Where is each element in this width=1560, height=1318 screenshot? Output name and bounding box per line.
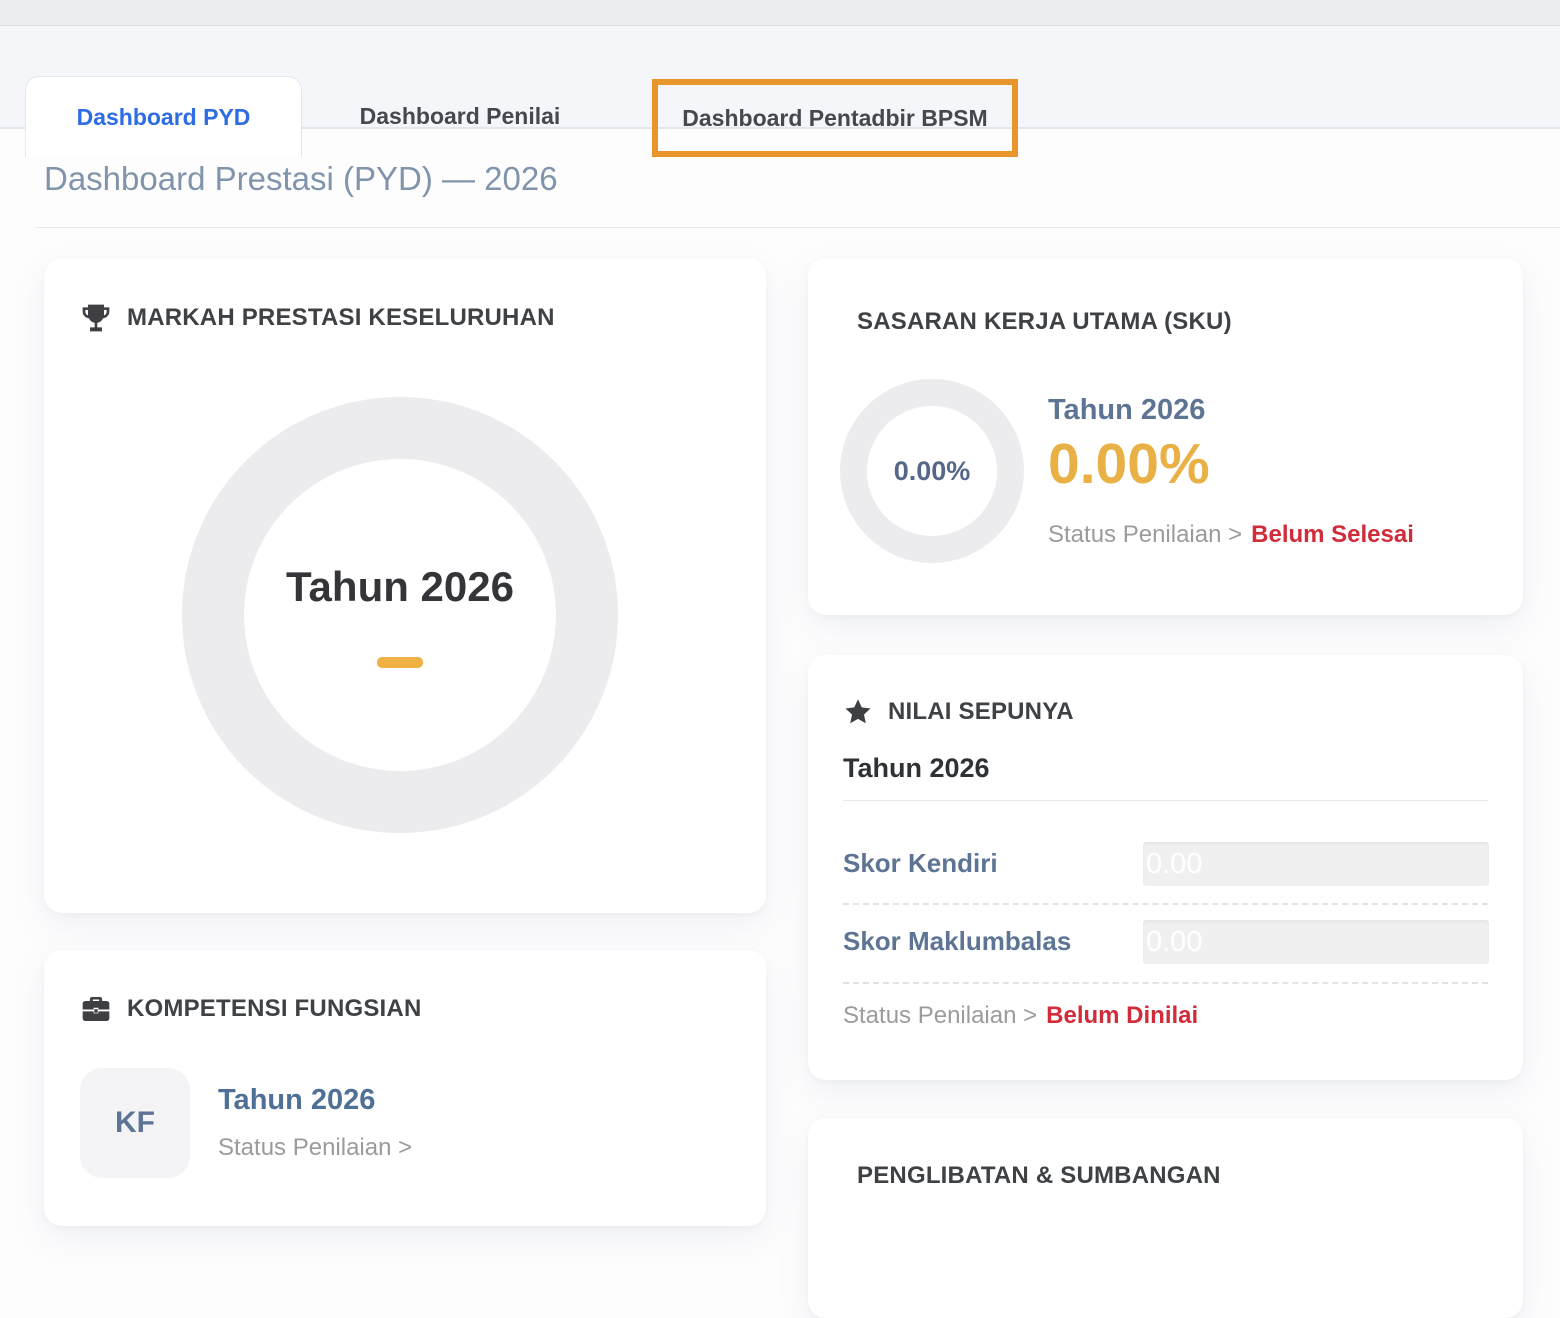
- nilai-year-label: Tahun 2026: [843, 753, 990, 784]
- card-penglibatan-sumbangan: PENGLIBATAN & SUMBANGAN: [808, 1118, 1523, 1318]
- tab-dashboard-pyd[interactable]: Dashboard PYD: [25, 76, 302, 157]
- status-badge: Belum Selesai: [1251, 521, 1414, 548]
- kompetensi-year-link[interactable]: Tahun 2026: [218, 1084, 375, 1117]
- sku-donut-value: 0.00%: [894, 456, 971, 487]
- sku-status-line: Status Penilaian > Belum Selesai: [1048, 521, 1414, 549]
- skor-kendiri-label: Skor Kendiri: [843, 848, 998, 879]
- window-top-strip: [0, 0, 1560, 26]
- skor-maklumbalas-label: Skor Maklumbalas: [843, 926, 1071, 957]
- card-title: KOMPETENSI FUNGSIAN: [127, 995, 421, 1023]
- divider: [843, 982, 1488, 984]
- card-title: NILAI SEPUNYA: [888, 698, 1074, 726]
- skor-maklumbalas-input: [1143, 920, 1489, 964]
- sku-year-label: Tahun 2026: [1048, 394, 1414, 427]
- card-sasaran-kerja-utama: SASARAN KERJA UTAMA (SKU) 0.00% Tahun 20…: [808, 258, 1523, 615]
- overall-performance-donut: Tahun 2026: [182, 397, 618, 833]
- page-title: Dashboard Prestasi (PYD) — 2026: [44, 160, 558, 198]
- trophy-icon: [80, 302, 112, 334]
- skor-kendiri-input: [1143, 842, 1489, 886]
- tab-dashboard-pentadbir-bpsm[interactable]: Dashboard Pentadbir BPSM: [682, 105, 987, 132]
- briefcase-icon: [80, 993, 112, 1025]
- card-title: PENGLIBATAN & SUMBANGAN: [857, 1162, 1221, 1190]
- card-markah-prestasi: MARKAH PRESTASI KESELURUHAN Tahun 2026: [44, 258, 766, 913]
- star-icon: [843, 697, 873, 727]
- donut-year-label: Tahun 2026: [286, 563, 514, 611]
- divider: [843, 800, 1488, 801]
- sku-progress-donut: 0.00%: [840, 379, 1024, 563]
- tab-dashboard-penilai[interactable]: Dashboard Penilai: [330, 78, 590, 154]
- kompetensi-status-line: Status Penilaian >: [218, 1134, 412, 1162]
- donut-empty-value-dash: [377, 657, 423, 668]
- status-label: Status Penilaian >: [843, 1002, 1037, 1029]
- kf-badge: KF: [80, 1068, 190, 1178]
- header-divider: [36, 227, 1560, 228]
- tab-bar: Dashboard PYD Dashboard Penilai Dashboar…: [0, 26, 1560, 129]
- tab-label: Dashboard PYD: [77, 104, 251, 131]
- card-nilai-sepunya: NILAI SEPUNYA Tahun 2026 Skor Kendiri Sk…: [808, 655, 1523, 1080]
- nilai-status-line: Status Penilaian > Belum Dinilai: [843, 1002, 1198, 1030]
- status-label: Status Penilaian >: [1048, 521, 1242, 548]
- card-kompetensi-fungsian: KOMPETENSI FUNGSIAN KF Tahun 2026 Status…: [44, 950, 766, 1226]
- divider: [843, 903, 1488, 905]
- annotation-highlight-box: Dashboard Pentadbir BPSM: [652, 79, 1018, 157]
- card-title: MARKAH PRESTASI KESELURUHAN: [127, 304, 555, 332]
- sku-percent-value: 0.00%: [1048, 435, 1414, 495]
- status-badge: Belum Dinilai: [1046, 1002, 1198, 1029]
- tab-label: Dashboard Penilai: [360, 103, 561, 130]
- card-title: SASARAN KERJA UTAMA (SKU): [857, 308, 1232, 336]
